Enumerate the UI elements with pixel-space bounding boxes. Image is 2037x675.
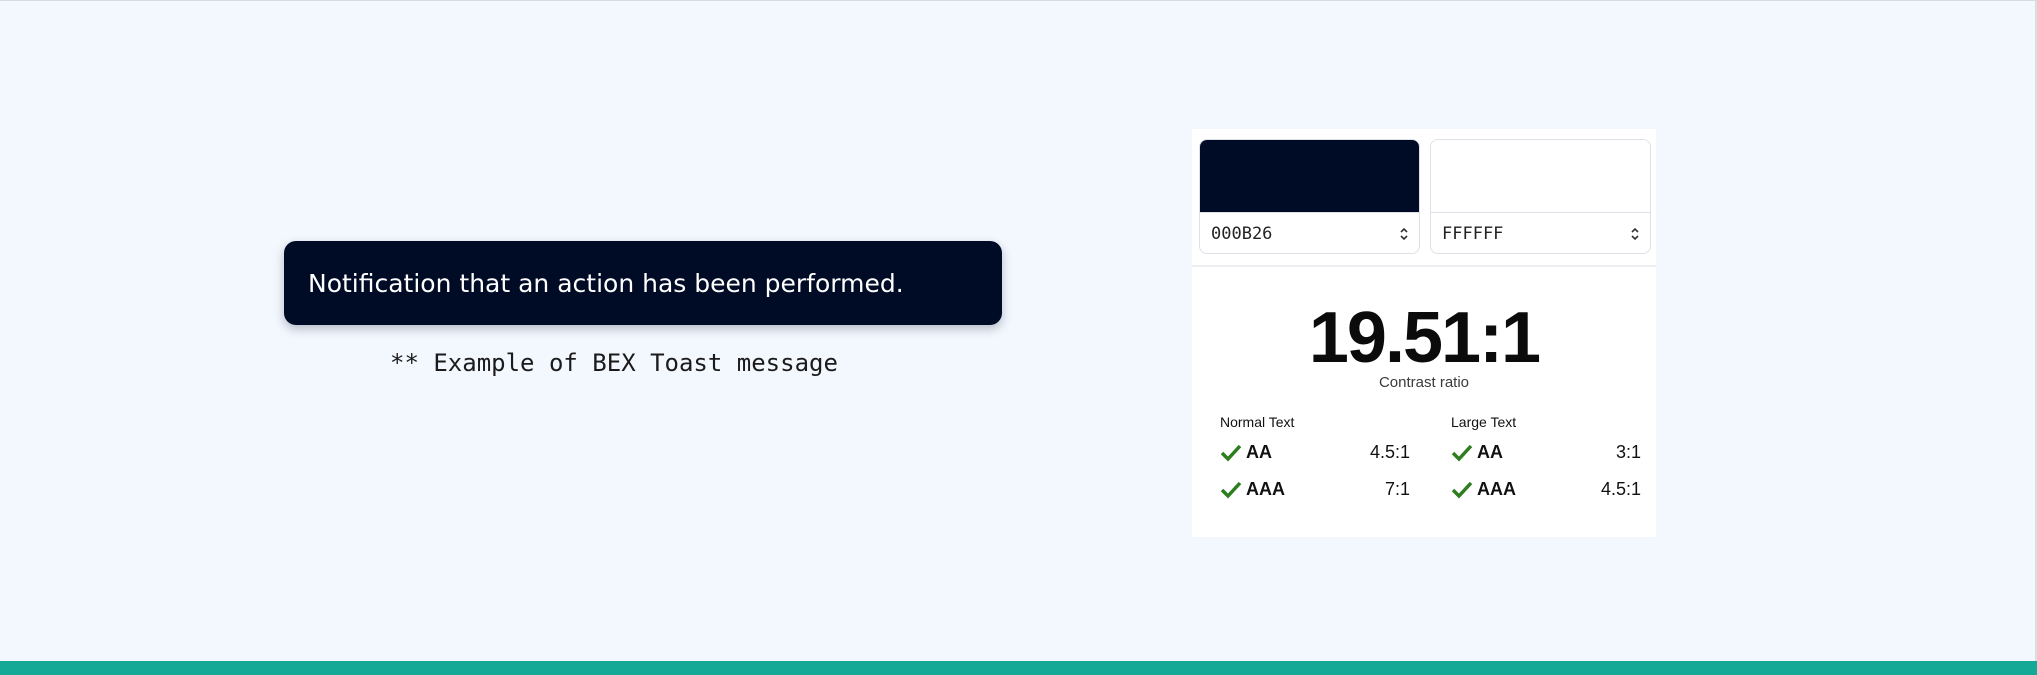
requirement-value: 3:1: [1615, 442, 1641, 462]
level-label: AAA: [1246, 479, 1285, 499]
check-icon: [1451, 481, 1473, 499]
check-icon: [1220, 481, 1242, 499]
foreground-color-picker[interactable]: 000B26: [1199, 139, 1420, 254]
stepper-icon[interactable]: [1630, 226, 1640, 242]
check-icon: [1451, 444, 1473, 462]
background-color-picker[interactable]: FFFFFF: [1430, 139, 1651, 254]
normal-text-title: Normal Text: [1220, 414, 1295, 430]
divider: [1192, 265, 1656, 267]
background-hex-input[interactable]: FFFFFF: [1431, 213, 1650, 253]
background-hex-value[interactable]: FFFFFF: [1442, 224, 1503, 244]
toast-message: Notification that an action has been per…: [284, 241, 1002, 325]
requirement-value: 7:1: [1384, 479, 1410, 499]
level-label: AA: [1246, 442, 1272, 462]
level-label: AA: [1477, 442, 1503, 462]
stepper-icon[interactable]: [1399, 226, 1409, 242]
contrast-ratio-value: 19.51:1: [1308, 298, 1541, 378]
check-icon: [1220, 444, 1242, 462]
accent-bar: [0, 661, 2037, 675]
toast-caption: ** Example of BEX Toast message: [390, 349, 838, 377]
large-text-title: Large Text: [1451, 414, 1517, 430]
result-row: AAA 4.5:1: [1451, 471, 1641, 508]
toast-text: Notification that an action has been per…: [308, 268, 904, 298]
result-row: AAA 7:1: [1220, 471, 1410, 508]
requirement-value: 4.5:1: [1369, 442, 1410, 462]
result-row: AA 3:1: [1451, 434, 1641, 471]
foreground-swatch[interactable]: [1200, 140, 1419, 213]
normal-text-results: Normal Text AA 4.5:1 AAA 7:1: [1220, 414, 1410, 508]
foreground-hex-input[interactable]: 000B26: [1200, 213, 1419, 253]
level-label: AAA: [1477, 479, 1516, 499]
result-row: AA 4.5:1: [1220, 434, 1410, 471]
background-swatch[interactable]: [1431, 140, 1650, 213]
contrast-ratio-label: Contrast ratio: [1378, 374, 1470, 391]
requirement-value: 4.5:1: [1600, 479, 1641, 499]
contrast-checker-panel: 000B26 FFFFFF 19.51:1 Contrast ratio Nor…: [1192, 129, 1656, 537]
foreground-hex-value[interactable]: 000B26: [1211, 224, 1272, 244]
large-text-results: Large Text AA 3:1 AAA 4.5:1: [1451, 414, 1641, 508]
